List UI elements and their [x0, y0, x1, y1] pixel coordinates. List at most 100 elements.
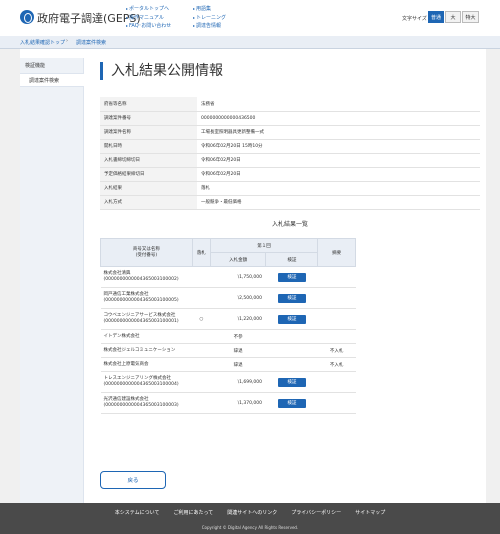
- info-value: 令和06年02月20日: [197, 167, 480, 182]
- bidder-receipt-number: (0000000000004365003100002): [103, 277, 179, 282]
- bidder-receipt-number: (0000000000004365003100001): [103, 319, 179, 324]
- header-link-portal-top[interactable]: ポータルトップへ: [126, 5, 171, 14]
- breadcrumb-item-search[interactable]: 調達案件検索: [76, 39, 106, 46]
- remarks: [317, 371, 356, 393]
- info-label: 調達案件名称: [100, 125, 197, 140]
- bidder-cell: 株式会社清興 (0000000000004365003100002): [100, 266, 193, 288]
- verify-cell: [265, 329, 318, 344]
- header-name: 商号又は名称 (受付番号): [100, 238, 193, 267]
- result-row: イトデン株式会社 不参: [100, 329, 356, 344]
- bid-amount: \1,220,000: [210, 308, 266, 330]
- award-mark: [192, 287, 211, 309]
- header-link-training[interactable]: トレーニング: [193, 14, 226, 23]
- geps-logo-icon[interactable]: [20, 10, 34, 24]
- result-row: 株式会社ジェルコミュニケーション 辞退 不入札: [100, 343, 356, 358]
- header-link-procurement-info[interactable]: 調達告情報: [193, 22, 226, 31]
- header-amount: 入札金額: [209, 252, 267, 267]
- verify-button[interactable]: 検証: [277, 293, 306, 303]
- bidder-cell: コウベエンジニアサービス株式会社 (00000000000043650031000…: [100, 308, 193, 330]
- award-mark: [192, 357, 211, 372]
- award-mark: ○: [192, 308, 211, 330]
- font-size-xlarge-button[interactable]: 特大: [462, 11, 479, 23]
- page-title: 入札結果公開情報: [100, 62, 223, 80]
- footer-link[interactable]: サイトマップ: [355, 509, 385, 516]
- bidder-receipt-number: (0000000000004365003100003): [103, 403, 179, 408]
- header-links-secondary: 用語集 トレーニング 調達告情報: [193, 5, 226, 31]
- bidder-name: 株式会社ジェルコミュニケーション: [103, 347, 176, 353]
- site-footer: 本システムについて ご利用にあたって 関連サイトへのリンク プライバシーポリシー サイト…: [0, 503, 500, 534]
- info-value: 令和06年02月20日: [197, 153, 480, 168]
- info-label: 入札書締切締切日: [100, 153, 197, 168]
- results-table: 商号又は名称 (受付番号) 落札 第１回 摘要 入札金額 検証 株式会社清興 (0…: [100, 238, 356, 414]
- remarks: [317, 266, 356, 288]
- back-button[interactable]: 戻る: [100, 471, 166, 489]
- footer-link[interactable]: 本システムについて: [115, 509, 160, 516]
- sidebar-item-case-search[interactable]: 調達案件検索: [20, 73, 84, 87]
- remarks: [317, 308, 356, 330]
- font-size-normal-button[interactable]: 普通: [428, 11, 444, 23]
- verify-button[interactable]: 検証: [277, 314, 306, 324]
- verify-cell: [265, 357, 318, 372]
- header-remarks: 摘要: [317, 238, 356, 267]
- right-gutter: [486, 49, 500, 503]
- footer-link[interactable]: プライバシーポリシー: [291, 509, 341, 516]
- award-mark: [192, 392, 211, 414]
- footer-link[interactable]: 関連サイトへのリンク: [227, 509, 277, 516]
- info-row: 調達案件番号 0000000000000436500: [100, 111, 480, 126]
- bid-amount: \1,699,000: [210, 371, 266, 393]
- info-row: 調達案件名称 工場長室照明器具更新整備一式: [100, 125, 480, 140]
- bidder-name: イトデン株式会社: [103, 333, 140, 339]
- info-row: 入札方式 一般競争・最低価格: [100, 195, 480, 210]
- info-row: 予定価格結果締切日 令和06年02月20日: [100, 167, 480, 182]
- result-row: 株式会社清興 (0000000000004365003100002) \1,750,…: [100, 266, 356, 288]
- result-row: トレスエンジニアリング株式会社 (000000000000436500310000…: [100, 371, 356, 393]
- header-link-faq[interactable]: FAQ･お問い合わせ: [126, 22, 171, 31]
- result-row: コウベエンジニアサービス株式会社 (00000000000043650031000…: [100, 308, 356, 330]
- header-links-primary: ポータルトップへ 操作マニュアル FAQ･お問い合わせ: [126, 5, 171, 31]
- bidder-cell: 株式会社ジェルコミュニケーション: [100, 343, 193, 358]
- font-size-label: 文字サイズ: [402, 16, 427, 22]
- header-link-manual[interactable]: 操作マニュアル: [126, 14, 171, 23]
- info-label: 府省等名称: [100, 97, 197, 112]
- info-label: 予定価格結果締切日: [100, 167, 197, 182]
- bidder-cell: 光沢通信建設株式会社 (0000000000004365003100003): [100, 392, 193, 414]
- remarks: [317, 392, 356, 414]
- bidder-cell: 株式会社上原電気商会: [100, 357, 193, 372]
- bidder-cell: トレスエンジニアリング株式会社 (000000000000436500310000…: [100, 371, 193, 393]
- bid-amount: \1,370,000: [210, 392, 266, 414]
- verify-button[interactable]: 検証: [277, 398, 306, 408]
- case-info-table: 府省等名称 法務省 調達案件番号 0000000000000436500 調達案件名称工…: [100, 97, 480, 210]
- verify-cell: 検証: [265, 371, 318, 393]
- verify-button[interactable]: 検証: [277, 377, 306, 387]
- bidder-name: 株式会社上原電気商会: [103, 361, 149, 367]
- header-link-glossary[interactable]: 用語集: [193, 5, 226, 14]
- info-label: 入札結果: [100, 181, 197, 196]
- info-value: 工場長室照明器具更新整備一式: [197, 125, 480, 140]
- verify-cell: 検証: [265, 287, 318, 309]
- award-mark: [192, 371, 211, 393]
- info-value: 法務省: [197, 97, 480, 112]
- bid-amount: 辞退: [210, 357, 266, 372]
- result-row: 株式会社上原電気商会 辞退 不入札: [100, 357, 356, 372]
- info-value: 0000000000000436500: [197, 111, 480, 126]
- font-size-large-button[interactable]: 大: [445, 11, 461, 23]
- bid-amount: 不参: [210, 329, 266, 344]
- verify-button[interactable]: 検証: [277, 272, 306, 282]
- breadcrumb-item-top[interactable]: 入札結果確認トップ: [20, 39, 65, 46]
- site-header: 政府電子調達(GEPS) ポータルトップへ 操作マニュアル FAQ･お問い合わせ…: [0, 0, 500, 36]
- verify-cell: 検証: [265, 308, 318, 330]
- info-row: 府省等名称 法務省: [100, 97, 480, 112]
- result-row: 光沢通信建設株式会社 (0000000000004365003100003) \1,…: [100, 392, 356, 414]
- left-gutter: [0, 49, 20, 503]
- sidebar-section-title: 検証機能: [25, 62, 46, 69]
- info-row: 入札結果 落札: [100, 181, 480, 196]
- header-round: 第１回: [209, 238, 319, 253]
- footer-links: 本システムについて ご利用にあたって 関連サイトへのリンク プライバシーポリシー サイト…: [0, 509, 500, 516]
- result-row: 岡戸通信工業株式会社 (0000000000004365003100005) \2,…: [100, 287, 356, 309]
- breadcrumb: 入札結果確認トップ › 調達案件検索: [0, 36, 500, 49]
- copyright: Copyright © Digital Agency All Rights Re…: [201, 525, 299, 530]
- footer-link[interactable]: ご利用にあたって: [174, 509, 214, 516]
- info-row: 入札書締切締切日 令和06年02月20日: [100, 153, 480, 168]
- header-verify: 検証: [265, 252, 319, 267]
- remarks: 不入札: [317, 357, 356, 372]
